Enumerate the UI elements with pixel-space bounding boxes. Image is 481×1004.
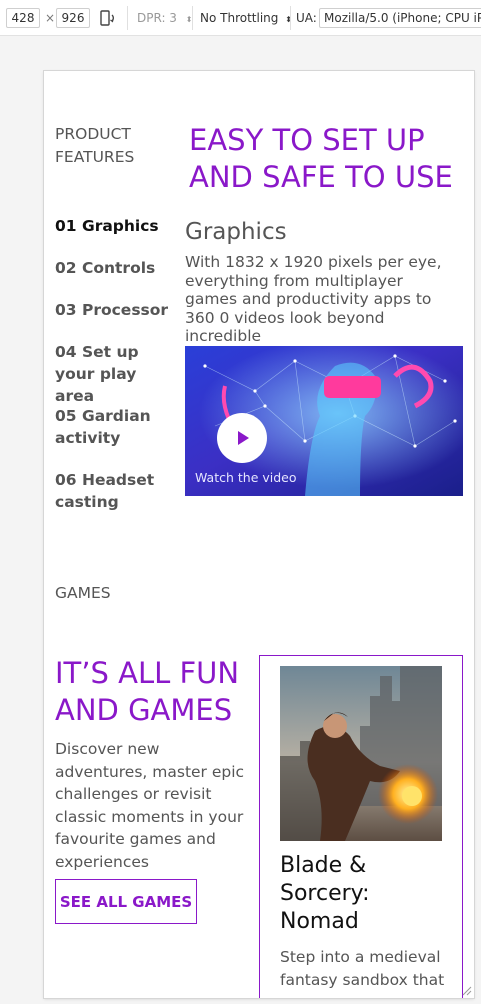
section-label-product-features: PRODUCT FEATURES	[55, 125, 135, 166]
nav-item-headset-casting[interactable]: 06 Headset casting	[55, 469, 175, 513]
dimension-separator: ×	[45, 11, 56, 25]
ua-label: UA:	[296, 11, 317, 25]
throttling-select[interactable]: No Throttling ⬍	[200, 10, 292, 28]
rotate-icon[interactable]	[98, 9, 118, 27]
viewport-width-input[interactable]: 428	[6, 8, 40, 28]
throttling-value: No Throttling	[200, 11, 279, 25]
dpr-value: DPR: 3	[137, 11, 177, 25]
play-button[interactable]	[217, 413, 267, 463]
game-title: Blade & Sorcery: Nomad	[280, 853, 370, 934]
game-cover-image	[280, 666, 442, 841]
device-viewport: PRODUCT FEATURES EASY TO SET UP AND SAFE…	[44, 71, 474, 998]
video-thumbnail[interactable]: Watch the video	[185, 346, 463, 496]
dpr-select[interactable]: DPR: 3 ⬍	[137, 10, 192, 28]
features-heading: EASY TO SET UP AND SAFE TO USE	[189, 123, 453, 194]
nav-item-play-area[interactable]: 04 Set up your play area	[55, 341, 180, 407]
section-label-games: GAMES	[55, 584, 111, 602]
nav-item-graphics[interactable]: 01 Graphics	[55, 215, 180, 237]
user-agent-input[interactable]: Mozilla/5.0 (iPhone; CPU iPh	[319, 8, 481, 28]
content-text: With 1832 x 1920 pixels per eye, everyth…	[185, 253, 442, 345]
nav-item-processor[interactable]: 03 Processor	[55, 299, 180, 321]
play-icon	[238, 431, 249, 445]
device-toolbar: 428 × 926 DPR: 3 ⬍ No Throttling ⬍ UA: M…	[0, 0, 481, 36]
content-title: Graphics	[185, 219, 287, 245]
games-text: Discover new adventures, master epic cha…	[55, 740, 245, 871]
see-all-games-button[interactable]: SEE ALL GAMES	[55, 879, 197, 924]
watch-video-label[interactable]: Watch the video	[195, 470, 297, 485]
nav-item-controls[interactable]: 02 Controls	[55, 257, 180, 279]
resize-handle-icon[interactable]	[460, 984, 472, 996]
see-all-games-label: SEE ALL GAMES	[59, 892, 193, 911]
viewport-height-input[interactable]: 926	[56, 8, 90, 28]
game-card[interactable]: Blade & Sorcery: Nomad Step into a medie…	[259, 655, 463, 998]
games-heading: IT’S ALL FUN AND GAMES	[55, 656, 240, 727]
game-description: Step into a medieval fantasy sandbox tha…	[280, 948, 445, 989]
nav-item-gardian[interactable]: 05 Gardian activity	[55, 405, 175, 449]
